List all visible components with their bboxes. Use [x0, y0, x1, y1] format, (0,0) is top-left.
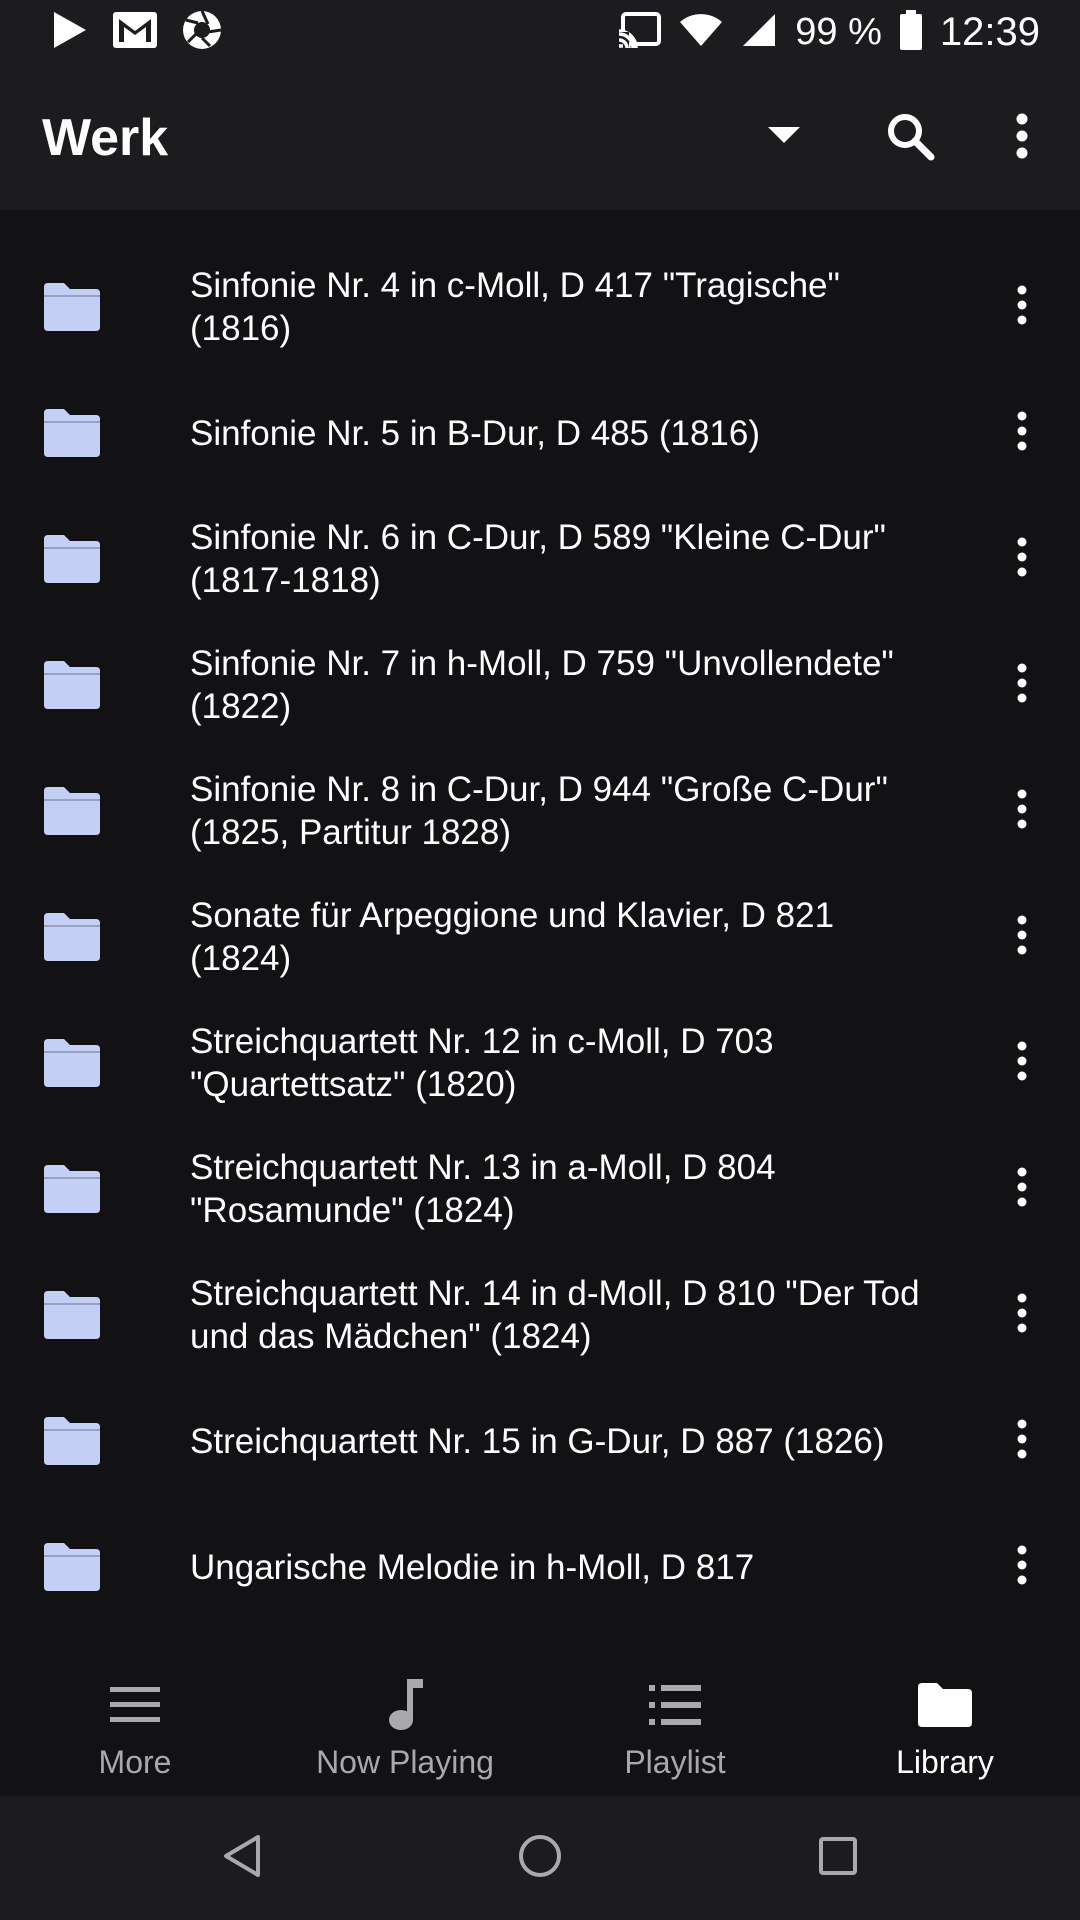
cast-icon: [617, 11, 662, 53]
nav-playlist-label: Playlist: [624, 1744, 726, 1780]
wifi-icon: [679, 12, 723, 53]
nav-now-playing-label: Now Playing: [316, 1744, 494, 1780]
nav-more-label: More: [98, 1744, 172, 1780]
app-bar: Werk: [0, 64, 1080, 210]
nav-library-label: Library: [896, 1744, 994, 1780]
battery-percentage: 99 %: [795, 10, 882, 53]
nav-library[interactable]: Library: [810, 1640, 1080, 1796]
item-label: Streichquartett Nr. 14 in d-Moll, D 810 …: [190, 1274, 920, 1356]
bottom-navigation: More Now Playing Playlist Library: [0, 1640, 1080, 1796]
folder-icon: [44, 787, 100, 835]
dropdown-arrow-icon: [768, 126, 800, 150]
library-folder-list: Sinfonie Nr. 4 in c-Moll, D 417 "Tragisc…: [0, 244, 1080, 1630]
item-label: Sinfonie Nr. 5 in B-Dur, D 485 (1816): [190, 413, 761, 453]
item-more-button[interactable]: [990, 655, 1054, 715]
battery-icon: [899, 9, 922, 55]
more-vert-icon: [1016, 663, 1028, 708]
folder-icon: [44, 283, 100, 331]
list-item[interactable]: Sinfonie Nr. 8 in C-Dur, D 944 "Große C-…: [0, 748, 1080, 874]
system-status: 99 % 12:39: [617, 0, 1040, 64]
clock: 12:39: [939, 9, 1040, 54]
item-label: Streichquartett Nr. 15 in G-Dur, D 887 (…: [190, 1421, 885, 1461]
back-icon: [222, 1834, 262, 1883]
more-vert-icon: [1016, 789, 1028, 834]
folder-icon: [44, 535, 100, 583]
home-icon: [518, 1834, 562, 1883]
list-item[interactable]: Streichquartett Nr. 12 in c-Moll, D 703 …: [0, 1000, 1080, 1126]
overflow-menu-button[interactable]: [978, 94, 1066, 182]
gmail-icon: [112, 11, 158, 54]
item-more-button[interactable]: [990, 1033, 1054, 1093]
item-label: Sinfonie Nr. 4 in c-Moll, D 417 "Tragisc…: [190, 266, 840, 348]
recents-icon: [818, 1836, 858, 1881]
more-vert-icon: [1015, 113, 1029, 164]
play-store-icon: [52, 10, 88, 55]
list-item[interactable]: Ungarische Melodie in h-Moll, D 817: [0, 1504, 1080, 1630]
list-item[interactable]: Streichquartett Nr. 14 in d-Moll, D 810 …: [0, 1252, 1080, 1378]
item-more-button[interactable]: [990, 529, 1054, 589]
folder-icon: [44, 1417, 100, 1465]
more-vert-icon: [1016, 411, 1028, 456]
folder-icon: [44, 1165, 100, 1213]
music-note-icon: [387, 1676, 423, 1734]
notification-icons: [52, 8, 222, 56]
item-label: Sinfonie Nr. 7 in h-Moll, D 759 "Unvolle…: [190, 644, 894, 726]
folder-icon: [44, 1543, 100, 1591]
nav-now-playing[interactable]: Now Playing: [270, 1640, 540, 1796]
nav-playlist[interactable]: Playlist: [540, 1640, 810, 1796]
more-vert-icon: [1016, 537, 1028, 582]
more-vert-icon: [1016, 1545, 1028, 1590]
system-navigation-bar: [0, 1796, 1080, 1920]
signal-icon: [741, 12, 777, 53]
status-bar: 99 % 12:39: [0, 0, 1080, 64]
list-item[interactable]: Sinfonie Nr. 5 in B-Dur, D 485 (1816): [0, 370, 1080, 496]
more-vert-icon: [1016, 1041, 1028, 1086]
search-button[interactable]: [866, 94, 954, 182]
more-vert-icon: [1016, 1419, 1028, 1464]
item-label: Streichquartett Nr. 13 in a-Moll, D 804 …: [190, 1148, 776, 1230]
more-vert-icon: [1016, 1167, 1028, 1212]
folder-icon: [918, 1676, 972, 1734]
folder-icon: [44, 1039, 100, 1087]
back-button[interactable]: [212, 1828, 272, 1888]
nav-more[interactable]: More: [0, 1640, 270, 1796]
page-title: Werk: [42, 109, 169, 167]
folder-icon: [44, 661, 100, 709]
item-more-button[interactable]: [990, 277, 1054, 337]
camera-aperture-icon: [182, 9, 222, 55]
dropdown-button[interactable]: [740, 94, 828, 182]
folder-icon: [44, 1291, 100, 1339]
more-vert-icon: [1016, 915, 1028, 960]
playlist-icon: [649, 1676, 701, 1734]
item-more-button[interactable]: [990, 907, 1054, 967]
list-item[interactable]: Sinfonie Nr. 4 in c-Moll, D 417 "Tragisc…: [0, 244, 1080, 370]
list-item[interactable]: Streichquartett Nr. 13 in a-Moll, D 804 …: [0, 1126, 1080, 1252]
list-item[interactable]: Sinfonie Nr. 6 in C-Dur, D 589 "Kleine C…: [0, 496, 1080, 622]
item-label: Sonate für Arpeggione und Klavier, D 821…: [190, 896, 835, 978]
item-more-button[interactable]: [990, 1411, 1054, 1471]
list-item[interactable]: Sonate für Arpeggione und Klavier, D 821…: [0, 874, 1080, 1000]
folder-icon: [44, 409, 100, 457]
item-more-button[interactable]: [990, 1537, 1054, 1597]
item-label: Sinfonie Nr. 8 in C-Dur, D 944 "Große C-…: [190, 770, 888, 852]
home-button[interactable]: [510, 1828, 570, 1888]
more-vert-icon: [1016, 285, 1028, 330]
list-item[interactable]: Streichquartett Nr. 15 in G-Dur, D 887 (…: [0, 1378, 1080, 1504]
recents-button[interactable]: [808, 1828, 868, 1888]
item-label: Ungarische Melodie in h-Moll, D 817: [190, 1547, 755, 1587]
search-icon: [885, 111, 935, 166]
more-vert-icon: [1016, 1293, 1028, 1338]
item-more-button[interactable]: [990, 1159, 1054, 1219]
item-more-button[interactable]: [990, 403, 1054, 463]
item-label: Streichquartett Nr. 12 in c-Moll, D 703 …: [190, 1022, 774, 1104]
item-more-button[interactable]: [990, 781, 1054, 841]
item-more-button[interactable]: [990, 1285, 1054, 1345]
folder-icon: [44, 913, 100, 961]
item-label: Sinfonie Nr. 6 in C-Dur, D 589 "Kleine C…: [190, 518, 886, 600]
list-item[interactable]: Sinfonie Nr. 7 in h-Moll, D 759 "Unvolle…: [0, 622, 1080, 748]
menu-icon: [110, 1676, 160, 1734]
